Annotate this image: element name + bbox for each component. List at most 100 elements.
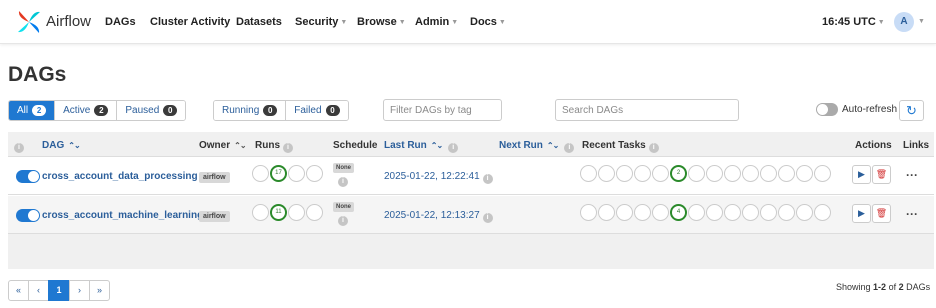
task-state-circle[interactable]: [580, 165, 597, 182]
nav-datasets[interactable]: Datasets: [236, 16, 282, 28]
dag-id-link[interactable]: cross_account_data_processing: [42, 171, 198, 182]
sort-icon: ⌃⌄: [546, 141, 559, 150]
filter-paused-label: Paused: [125, 105, 160, 116]
auto-refresh-toggle[interactable]: [816, 103, 838, 116]
chevron-down-icon[interactable]: ▼: [918, 18, 925, 25]
pause-toggle[interactable]: [16, 170, 40, 183]
more-links-icon[interactable]: ···: [906, 207, 918, 221]
run-state-circle[interactable]: [306, 204, 323, 221]
nav-dags[interactable]: DAGs: [105, 16, 136, 28]
task-state-circle-success[interactable]: 2: [670, 165, 687, 182]
airflow-logo-icon[interactable]: [16, 9, 42, 35]
info-icon[interactable]: i: [482, 174, 493, 184]
info-icon[interactable]: i: [648, 143, 659, 153]
last-run-link[interactable]: 2025-01-22, 12:13:27 i: [384, 210, 493, 223]
run-state-circle[interactable]: [288, 204, 305, 221]
pause-toggle[interactable]: [16, 209, 40, 222]
filter-active-count: 2: [94, 105, 109, 116]
task-state-circle[interactable]: [616, 204, 633, 221]
chevron-down-icon: ▼: [877, 19, 885, 26]
run-state-circle[interactable]: [252, 165, 269, 182]
column-next-run[interactable]: Next Run ⌃⌄ i: [499, 140, 575, 153]
info-icon[interactable]: i: [338, 177, 348, 187]
task-state-circle[interactable]: [724, 204, 741, 221]
delete-dag-button[interactable]: 🗑: [872, 165, 891, 184]
task-state-circle[interactable]: [760, 204, 777, 221]
user-avatar[interactable]: A: [894, 12, 914, 32]
task-state-circle[interactable]: [688, 204, 705, 221]
nav-security[interactable]: Security ▼: [295, 16, 347, 28]
last-run-link[interactable]: 2025-01-22, 12:22:41 i: [384, 171, 493, 184]
info-icon[interactable]: i: [482, 213, 493, 223]
showing-total: 2: [898, 282, 904, 292]
task-state-circle[interactable]: [796, 165, 813, 182]
task-state-circle[interactable]: [724, 165, 741, 182]
task-state-circle[interactable]: [598, 204, 615, 221]
delete-dag-button[interactable]: 🗑: [872, 204, 891, 223]
task-state-circle[interactable]: [598, 165, 615, 182]
first-page-button[interactable]: «: [8, 280, 29, 301]
task-state-circle[interactable]: [742, 204, 759, 221]
info-icon[interactable]: i: [564, 143, 575, 153]
nav-docs[interactable]: Docs ▼: [470, 16, 506, 28]
filter-running-button[interactable]: Running 0: [214, 101, 287, 120]
run-state-filter-group: Running 0 Failed 0: [213, 100, 349, 121]
task-state-circle[interactable]: [814, 204, 831, 221]
task-state-circle[interactable]: [778, 204, 795, 221]
filter-active-button[interactable]: Active 2: [55, 101, 118, 120]
filter-paused-button[interactable]: Paused 0: [117, 101, 186, 120]
info-icon[interactable]: i: [338, 216, 348, 226]
task-state-circle[interactable]: [760, 165, 777, 182]
nav-browse[interactable]: Browse ▼: [357, 16, 406, 28]
column-owner[interactable]: Owner ⌃⌄: [199, 140, 247, 151]
task-state-circle[interactable]: [580, 204, 597, 221]
search-dags-input[interactable]: [555, 99, 739, 121]
task-state-circle[interactable]: [814, 165, 831, 182]
play-icon: ▶: [858, 169, 865, 179]
tag-filter-input[interactable]: [383, 99, 502, 121]
more-links-icon[interactable]: ···: [906, 168, 918, 182]
run-state-circle-success[interactable]: 11: [270, 204, 287, 221]
task-state-circle[interactable]: [706, 204, 723, 221]
task-state-circle[interactable]: [742, 165, 759, 182]
task-state-circle[interactable]: [634, 204, 651, 221]
task-state-circle[interactable]: [652, 204, 669, 221]
nav-cluster-activity[interactable]: Cluster Activity: [150, 16, 230, 28]
filter-failed-button[interactable]: Failed 0: [286, 101, 348, 120]
info-icon[interactable]: i: [283, 143, 293, 153]
run-state-circle-success[interactable]: 17: [270, 165, 287, 182]
dag-table-header: i DAG ⌃⌄ Owner ⌃⌄ Runs i Schedule Last Run ⌃…: [8, 132, 934, 157]
task-state-circle-success[interactable]: 4: [670, 204, 687, 221]
timezone-clock[interactable]: 16:45 UTC ▼: [822, 16, 885, 28]
refresh-button[interactable]: ↻: [899, 100, 924, 121]
task-state-circle[interactable]: [796, 204, 813, 221]
trigger-dag-button[interactable]: ▶: [852, 165, 871, 184]
nav-admin[interactable]: Admin ▼: [415, 16, 458, 28]
brand-name[interactable]: Airflow: [46, 13, 91, 30]
owner-badge[interactable]: airflow: [199, 211, 230, 222]
info-icon[interactable]: i: [448, 143, 459, 153]
column-last-run[interactable]: Last Run ⌃⌄ i: [384, 140, 459, 153]
nav-cluster-activity-label: Cluster Activity: [150, 16, 231, 28]
page-1-button[interactable]: 1: [48, 280, 70, 301]
column-schedule: Schedule: [333, 140, 377, 151]
run-state-circle[interactable]: [252, 204, 269, 221]
run-state-circle[interactable]: [288, 165, 305, 182]
column-owner-label: Owner: [199, 140, 231, 151]
task-state-circle[interactable]: [706, 165, 723, 182]
task-state-circle[interactable]: [652, 165, 669, 182]
task-state-circle[interactable]: [634, 165, 651, 182]
next-page-button[interactable]: ›: [69, 280, 90, 301]
task-state-circle[interactable]: [616, 165, 633, 182]
column-dag[interactable]: DAG ⌃⌄: [42, 140, 81, 151]
owner-badge[interactable]: airflow: [199, 172, 230, 183]
prev-page-button[interactable]: ‹: [28, 280, 49, 301]
task-state-circle[interactable]: [778, 165, 795, 182]
info-icon[interactable]: i: [14, 140, 24, 153]
run-state-circle[interactable]: [306, 165, 323, 182]
dag-id-link[interactable]: cross_account_machine_learning: [42, 210, 203, 221]
task-state-circle[interactable]: [688, 165, 705, 182]
trigger-dag-button[interactable]: ▶: [852, 204, 871, 223]
last-page-button[interactable]: »: [89, 280, 110, 301]
filter-all-button[interactable]: All 2: [9, 101, 56, 120]
